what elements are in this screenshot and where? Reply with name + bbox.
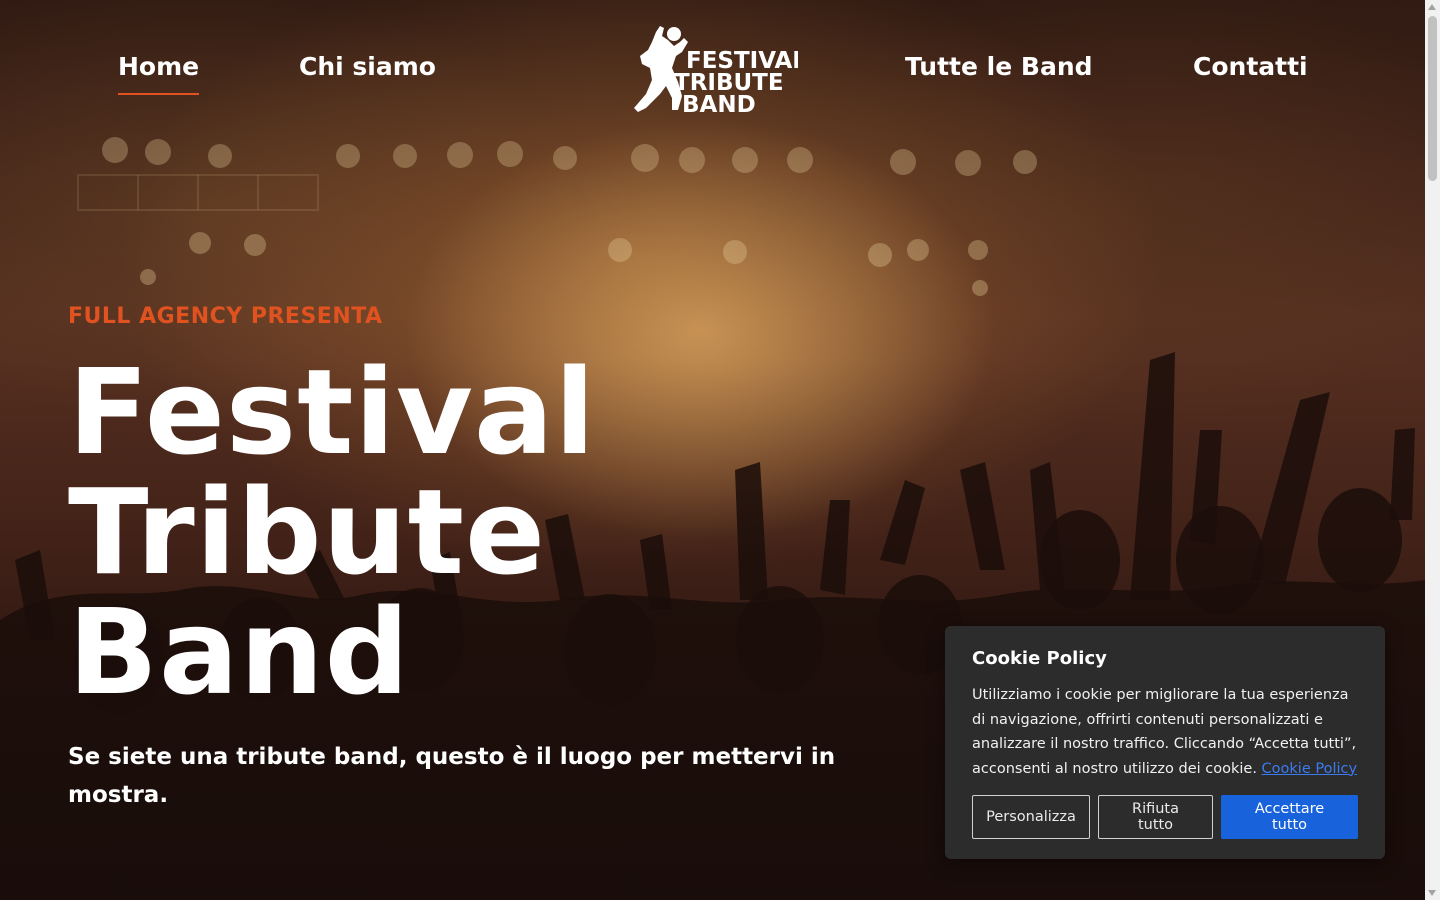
hero-subtitle: Se siete una tribute band, questo è il l…	[68, 744, 836, 808]
hero-title-line: Festival	[68, 343, 596, 481]
festival-tribute-band-logo[interactable]: FESTIVAL TRIBUTE BAND	[628, 24, 807, 118]
customize-button[interactable]: Personalizza	[972, 795, 1090, 839]
scroll-up-icon[interactable]	[1428, 4, 1436, 10]
nav-contatti[interactable]: Contatti	[1193, 52, 1308, 81]
accept-all-button[interactable]: Accettare tutto	[1221, 795, 1358, 839]
cookie-banner: Cookie Policy Utilizziamo i cookie per m…	[945, 626, 1385, 859]
logo-text-band: BAND	[682, 92, 756, 116]
nav-chi-siamo[interactable]: Chi siamo	[299, 52, 436, 81]
hero-title-line: Band	[68, 583, 411, 721]
scrollbar-thumb[interactable]	[1428, 16, 1437, 181]
guitarist-logo-icon: FESTIVAL TRIBUTE BAND	[634, 26, 807, 118]
hero-title-line: Tribute	[68, 463, 547, 601]
cookie-policy-link[interactable]: Cookie Policy	[1262, 761, 1358, 777]
cookie-text: Utilizziamo i cookie per migliorare la t…	[972, 683, 1358, 781]
reject-all-button[interactable]: Rifiuta tutto	[1098, 795, 1213, 839]
page-scrollbar[interactable]	[1425, 0, 1440, 900]
cookie-buttons: Personalizza Rifiuta tutto Accettare tut…	[972, 795, 1358, 839]
nav-home[interactable]: Home	[118, 52, 200, 95]
hero-eyebrow: FULL AGENCY PRESENTA	[68, 304, 383, 329]
cookie-title: Cookie Policy	[972, 648, 1107, 669]
scroll-down-icon[interactable]	[1428, 890, 1436, 896]
nav-tutte-le-band[interactable]: Tutte le Band	[905, 52, 1093, 81]
hero-title: Festival Tribute Band	[68, 352, 596, 712]
